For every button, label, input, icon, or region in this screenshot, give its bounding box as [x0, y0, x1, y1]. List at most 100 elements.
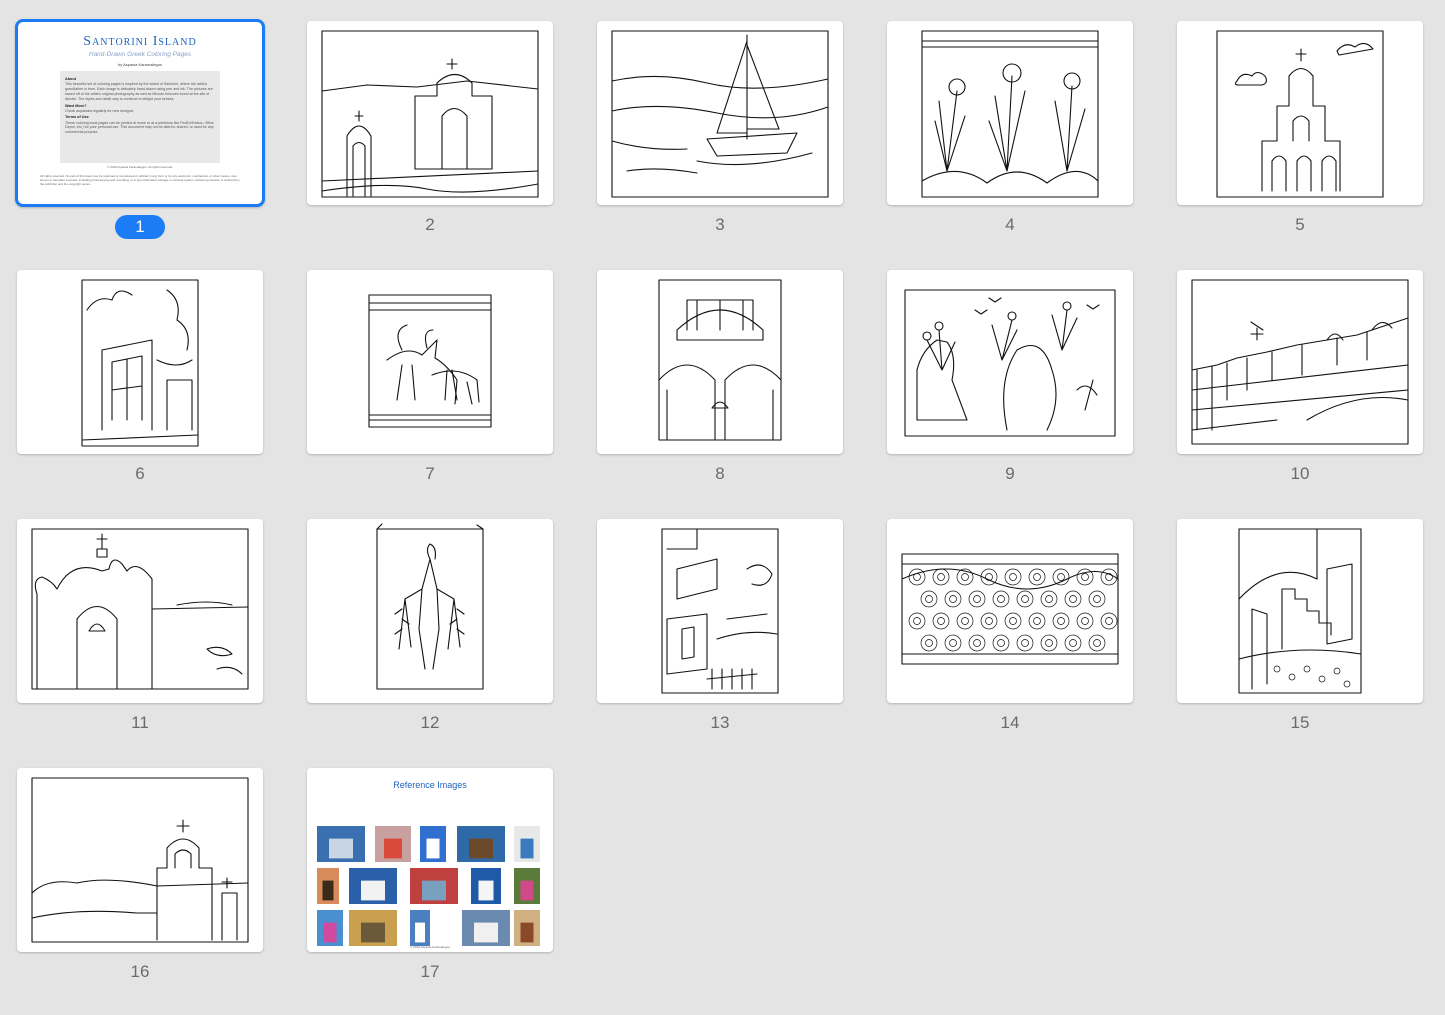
reference-photo	[349, 868, 397, 904]
page-thumbnail[interactable]: SPRING FLOWERS & SWALLOWS, AKROTIRI	[887, 270, 1133, 454]
reference-photo	[514, 868, 540, 904]
reference-photo	[317, 868, 339, 904]
page-number: 15	[1290, 713, 1310, 732]
page-thumbnail[interactable]: Reference Images © 2016 Aspasia Karamaleg…	[307, 768, 553, 952]
page-15-thumbnail-cell: SANTORINI TUNNEL 15	[1175, 517, 1425, 766]
page-drawing	[904, 289, 1116, 437]
page-number: 8	[715, 464, 725, 483]
page-number: 13	[710, 713, 730, 732]
page-6-thumbnail-cell: BOUGAINVILLEA HOUSE, SANTORINI 6	[15, 268, 265, 517]
page-drawing	[658, 279, 782, 441]
page-number-label: 16	[15, 962, 265, 982]
cover-info-box: About This beautiful set of coloring page…	[60, 71, 220, 163]
page-thumbnail[interactable]: SANTORINI TUNNEL	[1177, 519, 1423, 703]
reference-title: Reference Images	[393, 780, 467, 790]
page-number: 3	[715, 215, 725, 234]
page-number: 12	[420, 713, 440, 732]
page-number: 7	[425, 464, 435, 483]
reference-photo	[349, 910, 397, 946]
reference-page: Reference Images © 2016 Aspasia Karamaleg…	[307, 768, 553, 952]
reference-photo	[514, 826, 540, 862]
page-number: 16	[130, 962, 150, 981]
reference-photo	[410, 910, 430, 946]
page-drawing	[921, 30, 1099, 198]
page-number: 17	[420, 962, 440, 981]
page-number: 10	[1290, 464, 1310, 483]
page-thumbnail[interactable]: ROSETTES, AKROTIRI	[887, 519, 1133, 703]
page-number-label: 9	[885, 464, 1135, 484]
page-number: 9	[1005, 464, 1015, 483]
page-thumbnail[interactable]: BOUGAINVILLEA HOUSE, SANTORINI	[17, 270, 263, 454]
reference-photo	[462, 910, 510, 946]
reference-photo-grid	[317, 826, 540, 946]
page-drawing	[901, 553, 1119, 665]
want-more-text: Check aspakaka regularly for new designs…	[65, 108, 134, 113]
page-number: 5	[1295, 215, 1305, 234]
cover-author: by Aspasia Karamalegos	[117, 62, 163, 67]
page-number: 11	[131, 713, 149, 732]
page-drawing	[1191, 279, 1409, 445]
page-number-label: 11	[15, 713, 265, 733]
reference-photo	[457, 826, 505, 862]
page-4-thumbnail-cell: SEA DAFFODILS OF AKROTIRI 4	[885, 19, 1135, 268]
reference-photo	[317, 910, 343, 946]
page-1-thumbnail-cell: Santorini Island Hand-Drawn Greek Colorin…	[15, 19, 265, 268]
cover-subtitle: Hand-Drawn Greek Coloring Pages	[88, 51, 192, 58]
page-number-label: 2	[305, 215, 555, 235]
cover-page: Santorini Island Hand-Drawn Greek Colorin…	[18, 22, 262, 204]
page-number-label: 4	[885, 215, 1135, 235]
page-thumbnail[interactable]: CHURCH ON SANTORINI	[17, 519, 263, 703]
page-11-thumbnail-cell: CHURCH ON SANTORINI 11	[15, 517, 265, 766]
page-thumbnail[interactable]: OIA, SANTORINI	[1177, 270, 1423, 454]
page-number-label: 6	[15, 464, 265, 484]
cover-title: Santorini Island	[83, 34, 197, 49]
cover-copyright: © 2016 Aspasia Karamalegos. All rights r…	[107, 165, 173, 169]
page-thumbnail[interactable]: ANTELOPES, AKROTIRI	[307, 270, 553, 454]
page-number-label: 3	[595, 215, 845, 235]
page-number: 4	[1005, 215, 1015, 234]
page-10-thumbnail-cell: OIA, SANTORINI 10	[1175, 268, 1425, 517]
page-12-thumbnail-cell: FISHERMAN, AKROTIRI 12	[305, 517, 555, 766]
page-thumbnail[interactable]: FISHERMAN, AKROTIRI	[307, 519, 553, 703]
page-drawing	[368, 294, 492, 428]
reference-photo	[471, 868, 501, 904]
page-number-label: 8	[595, 464, 845, 484]
page-drawing	[376, 523, 484, 690]
about-text: This beautiful set of coloring pages is …	[65, 82, 213, 101]
page-thumbnail[interactable]: HOUSES OF SANTORINI	[597, 519, 843, 703]
page-number: 6	[135, 464, 145, 483]
page-drawing	[611, 30, 829, 198]
reference-copyright: © 2016 Aspasia Karamalegos	[410, 945, 450, 949]
page-drawing	[321, 30, 539, 198]
page-number-label: 7	[305, 464, 555, 484]
page-17-thumbnail-cell: Reference Images © 2016 Aspasia Karamaleg…	[305, 766, 555, 1015]
page-thumbnail[interactable]: CHURCH OF OIA	[1177, 21, 1423, 205]
page-number-label: 5	[1175, 215, 1425, 235]
page-13-thumbnail-cell: HOUSES OF SANTORINI 13	[595, 517, 845, 766]
page-drawing	[661, 528, 779, 694]
terms-text: These coloring book pages can be printed…	[65, 120, 214, 135]
page-thumbnail[interactable]: ELIAS VIEW	[307, 21, 553, 205]
page-number: 14	[1000, 713, 1020, 732]
cover-rights: All rights reserved. No part of this boo…	[40, 174, 240, 186]
page-thumbnail[interactable]: CHURCH ON CALDERA	[17, 768, 263, 952]
reference-photo	[375, 826, 411, 862]
page-thumbnail[interactable]: HEADING TO THE VOLCANO, SANTORINI	[597, 21, 843, 205]
page-drawing	[31, 528, 249, 690]
page-3-thumbnail-cell: HEADING TO THE VOLCANO, SANTORINI 3	[595, 19, 845, 268]
page-number: 2	[425, 215, 435, 234]
page-thumbnail[interactable]: Santorini Island Hand-Drawn Greek Colorin…	[15, 19, 265, 207]
page-16-thumbnail-cell: CHURCH ON CALDERA 16	[15, 766, 265, 1015]
page-number-label: 13	[595, 713, 845, 733]
page-number-label: 14	[885, 713, 1135, 733]
page-number-label: 10	[1175, 464, 1425, 484]
page-number-label: 15	[1175, 713, 1425, 733]
reference-photo	[514, 910, 540, 946]
reference-photo	[317, 826, 365, 862]
page-number: 1	[115, 215, 165, 239]
page-thumbnail[interactable]: SEA DAFFODILS OF AKROTIRI	[887, 21, 1133, 205]
page-thumbnail-grid: Santorini Island Hand-Drawn Greek Colorin…	[15, 19, 1425, 1015]
page-14-thumbnail-cell: ROSETTES, AKROTIRI 14	[885, 517, 1135, 766]
page-drawing	[31, 777, 249, 943]
page-thumbnail[interactable]: BELL OF SANTORINI	[597, 270, 843, 454]
